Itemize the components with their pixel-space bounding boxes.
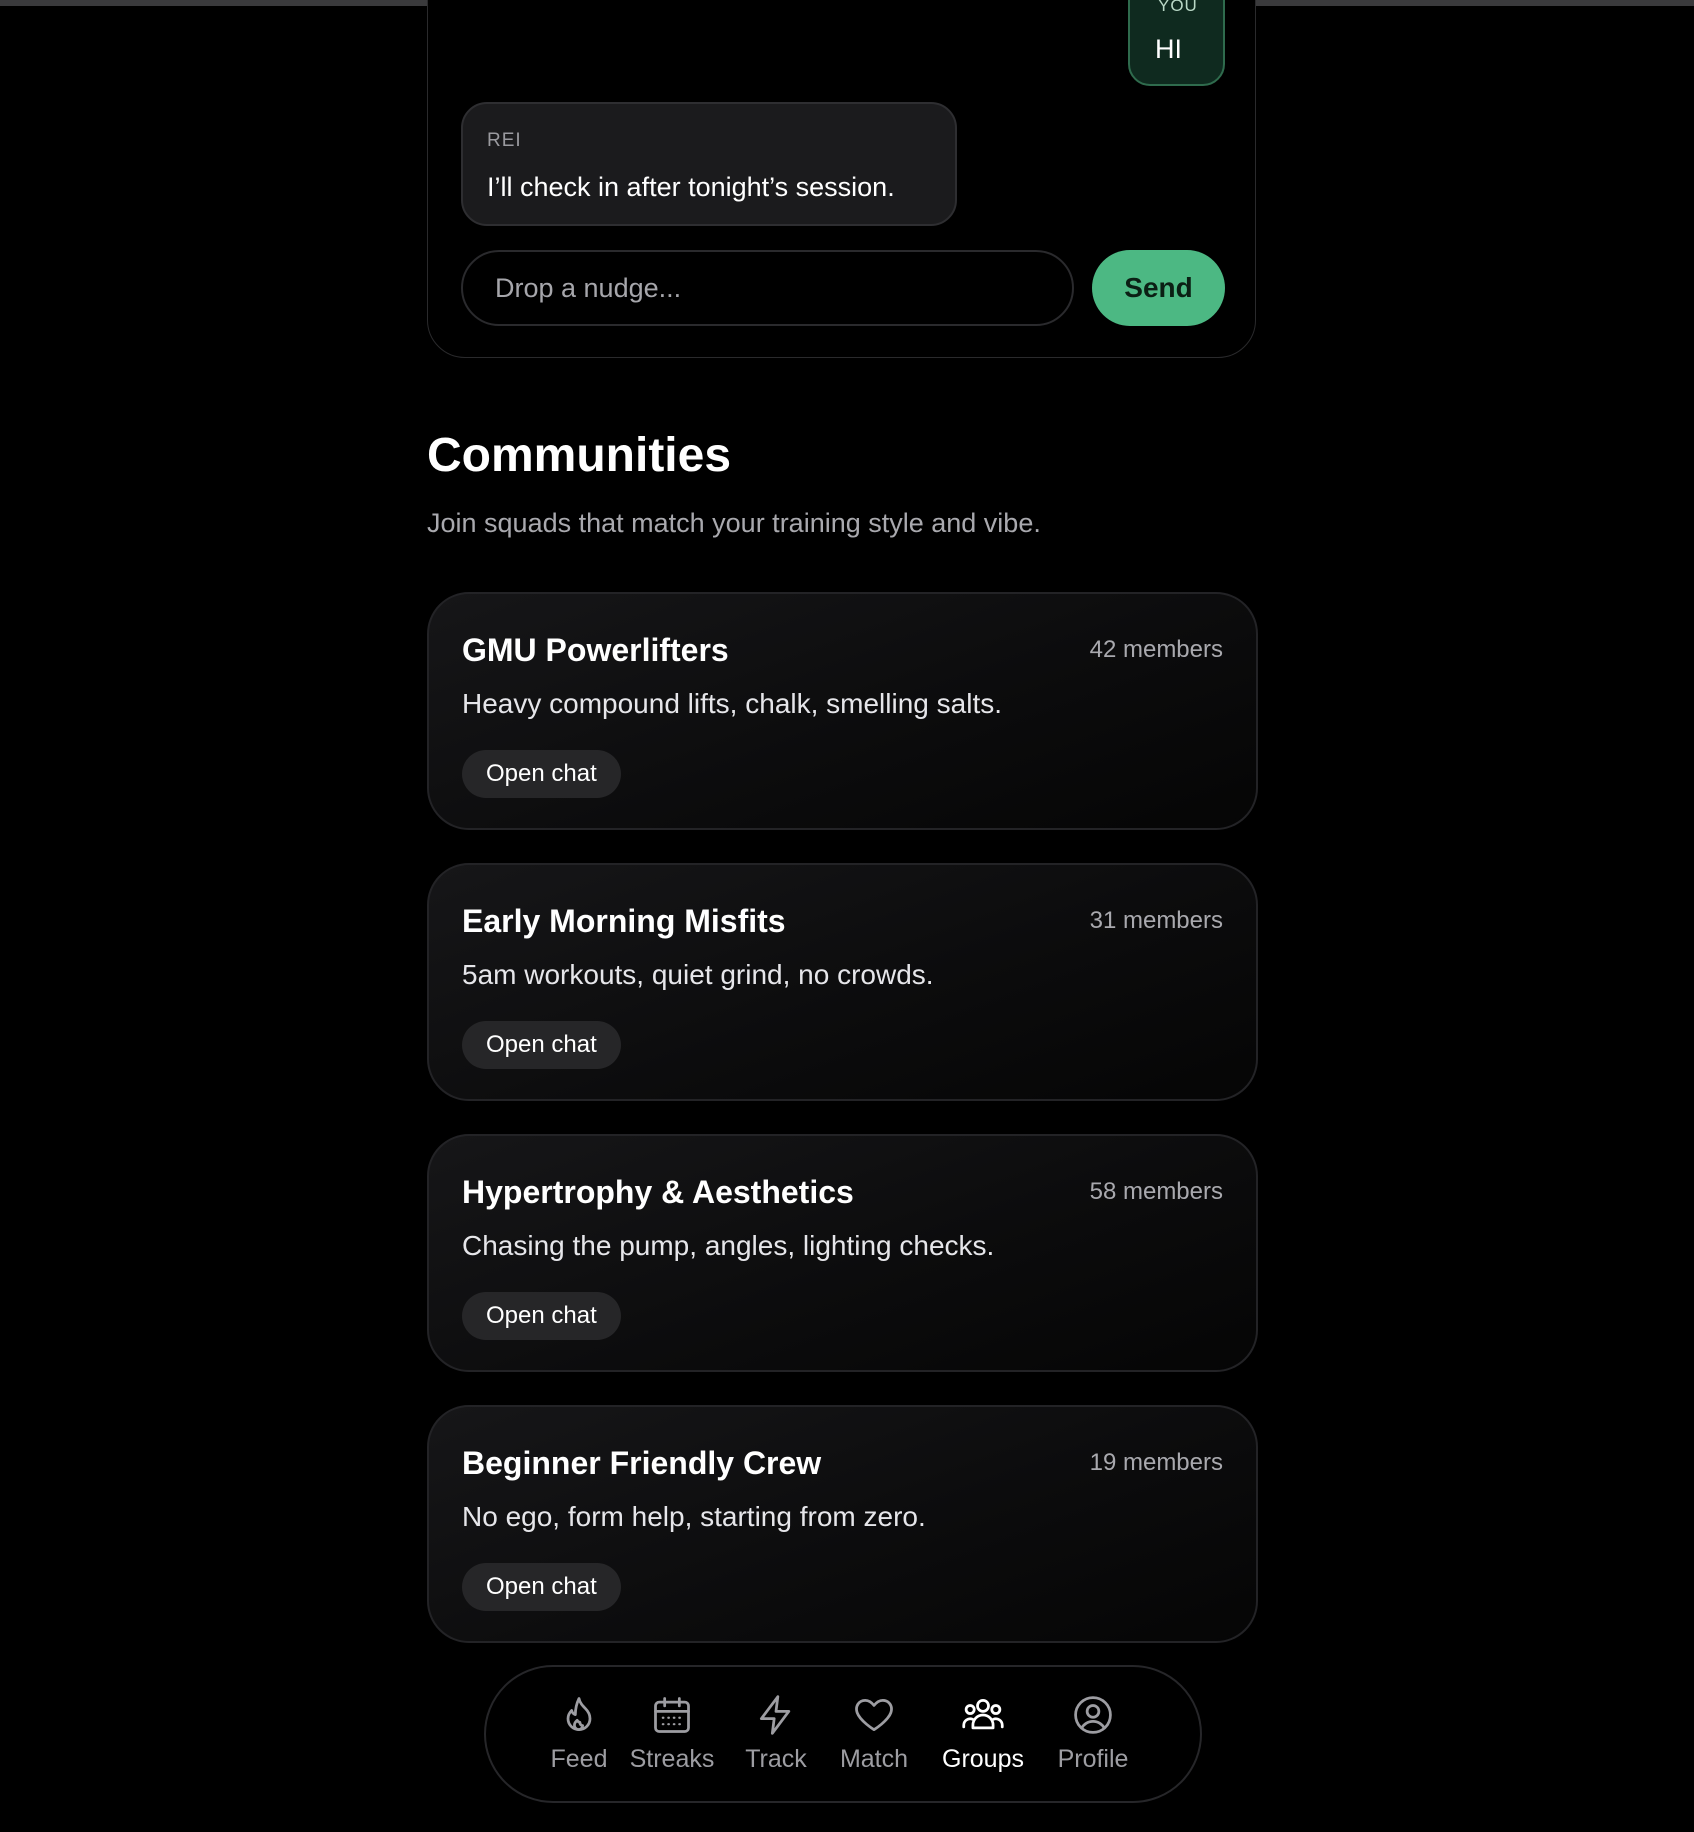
- community-card: Beginner Friendly Crew 19 members No ego…: [427, 1405, 1258, 1643]
- calendar-icon: [654, 1697, 690, 1733]
- nav-item-track[interactable]: Track: [726, 1693, 826, 1774]
- user-circle-icon: [1074, 1696, 1112, 1734]
- open-chat-button[interactable]: Open chat: [462, 750, 621, 798]
- community-description: Heavy compound lifts, chalk, smelling sa…: [462, 688, 1002, 719]
- community-description: Chasing the pump, angles, lighting check…: [462, 1230, 995, 1261]
- nav-item-groups[interactable]: Groups: [933, 1693, 1033, 1774]
- their-message-bubble: REI I’ll check in after tonight’s sessio…: [461, 102, 957, 226]
- nav-item-profile[interactable]: Profile: [1043, 1693, 1143, 1774]
- community-name: Early Morning Misfits: [462, 903, 786, 939]
- my-message-text: HI: [1155, 34, 1182, 64]
- their-sender-label: REI: [487, 130, 522, 151]
- nav-label: Match: [839, 1745, 909, 1773]
- community-members: 58 members: [1089, 1178, 1223, 1205]
- bottom-nav: Feed Streaks Track Match Groups Profile: [484, 1665, 1202, 1803]
- nav-item-feed[interactable]: Feed: [529, 1693, 629, 1774]
- their-message-text: I’ll check in after tonight’s session.: [487, 172, 895, 202]
- open-chat-button[interactable]: Open chat: [462, 1292, 621, 1340]
- nudge-input[interactable]: [461, 250, 1074, 326]
- nav-item-streaks[interactable]: Streaks: [622, 1693, 722, 1774]
- lightning-icon: [759, 1695, 791, 1735]
- nav-item-match[interactable]: Match: [824, 1693, 924, 1774]
- my-sender-label: YOU: [1158, 0, 1198, 15]
- community-card: Early Morning Misfits 31 members 5am wor…: [427, 863, 1258, 1101]
- communities-subtitle: Join squads that match your training sty…: [427, 508, 1041, 538]
- community-members: 42 members: [1089, 636, 1223, 663]
- open-chat-button[interactable]: Open chat: [462, 1563, 621, 1611]
- community-description: 5am workouts, quiet grind, no crowds.: [462, 959, 934, 990]
- community-card: Hypertrophy & Aesthetics 58 members Chas…: [427, 1134, 1258, 1372]
- heart-icon: [855, 1698, 893, 1732]
- community-description: No ego, form help, starting from zero.: [462, 1501, 926, 1532]
- send-button[interactable]: Send: [1092, 250, 1225, 326]
- nav-label: Track: [745, 1745, 807, 1773]
- community-name: Beginner Friendly Crew: [462, 1445, 822, 1481]
- community-name: GMU Powerlifters: [462, 632, 729, 668]
- nav-label: Groups: [942, 1745, 1024, 1773]
- community-card: GMU Powerlifters 42 members Heavy compou…: [427, 592, 1258, 830]
- communities-title: Communities: [427, 429, 732, 482]
- my-message-bubble: YOU HI: [1128, 0, 1225, 86]
- nav-label: Feed: [550, 1745, 608, 1773]
- community-members: 31 members: [1089, 907, 1223, 934]
- open-chat-button[interactable]: Open chat: [462, 1021, 621, 1069]
- community-name: Hypertrophy & Aesthetics: [462, 1174, 854, 1210]
- community-members: 19 members: [1089, 1449, 1223, 1476]
- nav-label: Streaks: [629, 1745, 715, 1773]
- users-icon: [962, 1698, 1004, 1730]
- flame-icon: [566, 1697, 592, 1732]
- nav-label: Profile: [1057, 1745, 1129, 1773]
